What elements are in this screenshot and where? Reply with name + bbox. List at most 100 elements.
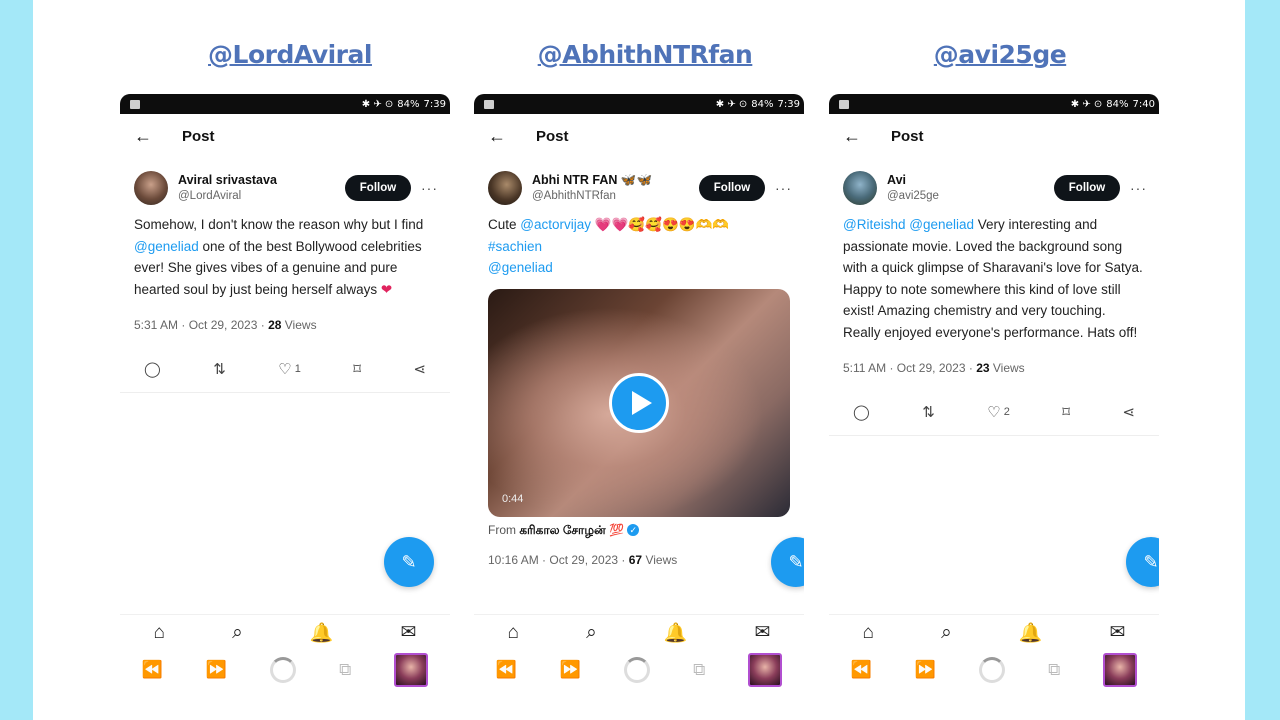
views-label: Views <box>281 318 317 332</box>
like-button[interactable]: ♡ 1 <box>278 360 301 378</box>
back-arrow-icon[interactable]: ← <box>488 126 536 147</box>
author-username[interactable]: @avi25ge <box>887 188 1054 204</box>
retweet-icon[interactable]: ⇅ <box>213 360 226 378</box>
follow-button[interactable]: Follow <box>1054 175 1120 201</box>
screenshot-icon <box>839 99 849 109</box>
mention-link[interactable]: @geneliad <box>488 260 553 275</box>
like-count: 1 <box>294 363 301 375</box>
back-arrow-icon[interactable]: ← <box>843 126 891 147</box>
video-source: From கரிகால சோழன் 💯 ✓ <box>474 517 804 539</box>
play-icon[interactable] <box>609 372 669 433</box>
avatar[interactable] <box>134 171 168 205</box>
source-name[interactable]: கரிகால சோழன் 💯 <box>519 523 624 537</box>
author-username[interactable]: @AbhithNTRfan <box>532 188 699 204</box>
tweet-meta: 5:11 AM · Oct 29, 2023 · 23 Views <box>829 361 1159 375</box>
tweet-actions: ◯ ⇅ ♡ 2 ⌑ ⋖ <box>829 403 1159 421</box>
top-bar: ← Post <box>474 114 804 158</box>
reply-icon[interactable]: ◯ <box>853 403 870 421</box>
battery-level: 84% <box>397 98 420 110</box>
video-player[interactable]: 0:44 <box>488 288 790 517</box>
divider <box>829 435 1159 436</box>
tabs-icon[interactable]: ⧉ <box>1048 660 1060 680</box>
bottom-nav: ⌂ ⌕ 🔔 ✉ <box>120 614 450 644</box>
loading-spinner-icon <box>270 657 297 683</box>
rewind-icon[interactable]: ⏪ <box>142 660 163 680</box>
compose-fab[interactable]: ✎ <box>1126 537 1159 587</box>
loading-spinner-icon <box>979 657 1006 683</box>
verified-icon: ✓ <box>627 524 640 537</box>
search-icon[interactable]: ⌕ <box>232 622 243 644</box>
forward-icon[interactable]: ⏩ <box>915 660 936 680</box>
follow-button[interactable]: Follow <box>699 175 765 201</box>
more-options-icon[interactable]: ··· <box>1130 180 1147 196</box>
search-icon[interactable]: ⌕ <box>941 622 952 644</box>
back-arrow-icon[interactable]: ← <box>134 126 182 147</box>
follow-button[interactable]: Follow <box>345 175 411 201</box>
app-thumbnail[interactable] <box>1103 653 1138 687</box>
views-label: Views <box>989 361 1025 375</box>
forward-icon[interactable]: ⏩ <box>560 660 581 680</box>
like-button[interactable]: ♡ 2 <box>987 403 1010 421</box>
share-icon[interactable]: ⋖ <box>1122 403 1135 421</box>
heart-emoji-icon: ❤ <box>380 281 393 297</box>
tweet-datetime: 5:31 AM · Oct 29, 2023 · <box>134 318 269 332</box>
compose-icon: ✎ <box>788 551 804 572</box>
system-bar: ⏪ ⏩ ⧉ <box>829 650 1159 690</box>
share-icon[interactable]: ⋖ <box>413 360 426 378</box>
author-name[interactable]: Abhi NTR FAN 🦋🦋 <box>532 172 699 188</box>
mail-icon[interactable]: ✉ <box>401 621 417 644</box>
bell-icon[interactable]: 🔔 <box>1019 621 1043 645</box>
rewind-icon[interactable]: ⏪ <box>496 660 517 680</box>
forward-icon[interactable]: ⏩ <box>206 660 227 680</box>
status-icons: ✱ ✈ ⊙ <box>361 98 394 110</box>
screenshot-icon <box>484 99 494 109</box>
avatar[interactable] <box>488 171 522 205</box>
tabs-icon[interactable]: ⧉ <box>693 660 705 680</box>
rewind-icon[interactable]: ⏪ <box>851 660 872 680</box>
more-options-icon[interactable]: ··· <box>775 180 792 196</box>
system-bar: ⏪ ⏩ ⧉ <box>474 650 804 690</box>
mention-link[interactable]: @geneliad <box>909 217 974 232</box>
mention-link[interactable]: @Riteishd <box>843 217 905 232</box>
tweet-datetime: 10:16 AM · Oct 29, 2023 · <box>488 552 629 567</box>
compose-fab[interactable]: ✎ <box>384 537 434 587</box>
like-count: 2 <box>1003 406 1010 418</box>
mention-link[interactable]: @geneliad <box>134 239 199 254</box>
tweet-meta: 5:31 AM · Oct 29, 2023 · 28 Views <box>120 318 450 332</box>
status-bar: ✱ ✈ ⊙ 84% 7:39 <box>120 94 450 114</box>
mail-icon[interactable]: ✉ <box>1110 621 1126 644</box>
mail-icon[interactable]: ✉ <box>755 621 771 644</box>
reply-icon[interactable]: ◯ <box>144 360 161 378</box>
tweet-text-part: Somehow, I don't know the reason why but… <box>134 217 424 232</box>
app-thumbnail[interactable] <box>748 653 783 687</box>
bookmark-icon[interactable]: ⌑ <box>1062 403 1070 421</box>
tweet-author: Avi @avi25ge Follow ··· <box>829 158 1159 208</box>
app-thumbnail[interactable] <box>394 653 429 687</box>
mention-link[interactable]: @actorvijay <box>520 217 591 232</box>
tabs-icon[interactable]: ⧉ <box>339 660 351 680</box>
battery-level: 84% <box>1106 98 1129 110</box>
author-username[interactable]: @LordAviral <box>178 188 345 204</box>
like-icon: ♡ <box>987 404 1001 421</box>
emoji-string: 💗💗🥰🥰😍😍🫶🫶 <box>591 217 730 232</box>
bell-icon[interactable]: 🔔 <box>310 621 334 645</box>
bottom-nav: ⌂ ⌕ 🔔 ✉ <box>474 614 804 644</box>
author-name[interactable]: Avi <box>887 172 1054 188</box>
from-prefix: From <box>488 522 520 537</box>
screenshot-icon <box>130 99 140 109</box>
avatar[interactable] <box>843 171 877 205</box>
retweet-icon[interactable]: ⇅ <box>922 403 935 421</box>
handle-heading-3: @avi25ge <box>933 40 1067 69</box>
hashtag-link[interactable]: #sachien <box>488 239 542 254</box>
system-bar: ⏪ ⏩ ⧉ <box>120 650 450 690</box>
bookmark-icon[interactable]: ⌑ <box>353 360 361 378</box>
search-icon[interactable]: ⌕ <box>586 622 597 644</box>
author-name[interactable]: Aviral srivastava <box>178 172 345 188</box>
more-options-icon[interactable]: ··· <box>421 180 438 196</box>
like-icon: ♡ <box>278 361 292 378</box>
home-icon[interactable]: ⌂ <box>508 622 519 644</box>
home-icon[interactable]: ⌂ <box>863 622 874 644</box>
bell-icon[interactable]: 🔔 <box>664 621 688 645</box>
compose-fab[interactable]: ✎ <box>771 537 804 587</box>
home-icon[interactable]: ⌂ <box>154 622 165 644</box>
